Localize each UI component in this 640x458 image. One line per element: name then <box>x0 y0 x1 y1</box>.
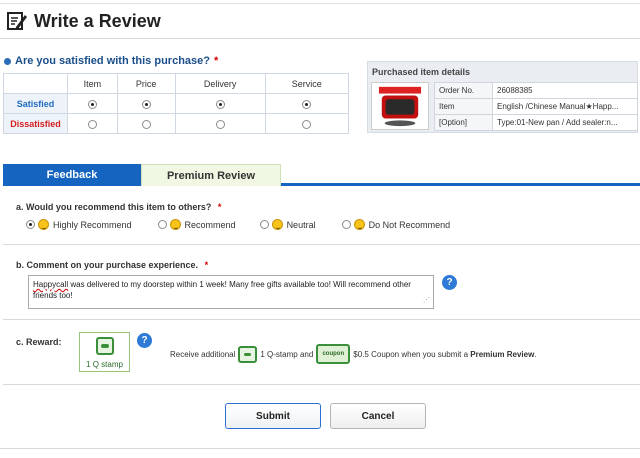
option-label: Do Not Recommend <box>368 219 451 230</box>
recommend-section: a. Would you recommend this item to othe… <box>3 189 640 245</box>
option-neutral[interactable]: Neutral <box>259 219 316 230</box>
big-smile-icon <box>38 219 49 230</box>
recommend-question: a. Would you recommend this item to othe… <box>16 202 212 212</box>
column-header: Price <box>116 73 176 94</box>
detail-row: Item English /Chinese Manual★Happ... <box>434 98 638 115</box>
recommend-options: Highly Recommend Recommend Neutral Do No… <box>26 219 468 230</box>
detail-row: [Option] Type:01-New pan / Add sealer:n.… <box>434 114 638 131</box>
comment-text: was delivered to my doorstep within 1 we… <box>33 280 411 300</box>
product-thumbnail[interactable] <box>371 82 429 130</box>
satisfaction-table: Item Price Delivery Service Satisfied Di… <box>3 73 350 134</box>
recommend-label: a. Would you recommend this item to othe… <box>16 202 221 212</box>
reward-text-end: . <box>534 349 537 359</box>
smile-icon <box>169 219 181 230</box>
column-header: Service <box>264 73 350 94</box>
bullet-icon <box>4 57 11 65</box>
radio-price-dissatisfied[interactable] <box>141 119 151 129</box>
reward-label: c. Reward: <box>16 337 62 347</box>
q-stamp-icon <box>96 337 114 355</box>
radio-item-dissatisfied[interactable] <box>87 119 97 129</box>
radio-service-dissatisfied[interactable] <box>302 119 312 129</box>
detail-value: Type:01-New pan / Add sealer:n... <box>492 114 638 131</box>
comment-label: b. Comment on your purchase experience. … <box>16 260 208 270</box>
reward-text-premium: Premium Review <box>470 349 535 359</box>
radio-service-satisfied[interactable] <box>302 99 312 109</box>
top-border <box>0 0 640 4</box>
option-label: Highly Recommend <box>53 219 132 230</box>
purchased-item-details: Purchased item details Order No. 2608838… <box>367 61 638 133</box>
required-mark: * <box>217 202 222 212</box>
bottom-divider <box>0 448 640 449</box>
edit-icon <box>7 12 27 30</box>
reward-text-coupon: $0.5 Coupon when you submit a <box>353 349 469 359</box>
radio-price-satisfied[interactable] <box>141 99 151 109</box>
option-recommend[interactable]: Recommend <box>157 219 236 230</box>
radio-delivery-dissatisfied[interactable] <box>215 119 225 129</box>
satisfied-row: Satisfied <box>3 93 350 114</box>
reward-text-prefix: Receive additional <box>170 349 236 359</box>
purchased-item-table: Order No. 26088385 Item English /Chinese… <box>434 82 638 131</box>
radio-do-not-recommend[interactable] <box>341 220 351 229</box>
page-header: Write a Review <box>6 6 161 36</box>
title-divider <box>0 38 640 39</box>
radio-neutral[interactable] <box>259 220 269 229</box>
reward-description: Receive additional 1 Q-stamp and coupon … <box>170 344 537 364</box>
purchased-item-title: Purchased item details <box>372 67 471 77</box>
column-header: Item <box>67 73 118 94</box>
satisfaction-header-row: Item Price Delivery Service <box>3 73 350 94</box>
radio-highly-recommend[interactable] <box>26 220 35 229</box>
detail-key: Item <box>434 98 493 115</box>
row-label-dissatisfied: Dissatisfied <box>3 113 68 134</box>
option-label: Neutral <box>286 219 316 230</box>
detail-row: Order No. 26088385 <box>434 82 638 99</box>
submit-button[interactable]: Submit <box>225 403 321 429</box>
tab-feedback[interactable]: Feedback <box>3 164 141 186</box>
satisfaction-question: Are you satisfied with this purchase? * <box>4 55 218 67</box>
q-stamp-label: 1 Q stamp <box>86 360 123 369</box>
q-stamp-badge: 1 Q stamp <box>79 332 130 372</box>
option-label: Recommend <box>184 219 236 230</box>
option-highly-recommend[interactable]: Highly Recommend <box>26 219 132 230</box>
q-stamp-small-icon <box>238 345 258 363</box>
reward-text-stamp: 1 Q-stamp and <box>260 349 314 359</box>
radio-delivery-satisfied[interactable] <box>215 99 225 109</box>
required-mark: * <box>214 55 219 67</box>
page-title: Write a Review <box>34 10 161 31</box>
comment-question: b. Comment on your purchase experience. <box>16 260 199 270</box>
frown-icon <box>353 219 365 230</box>
review-tabs: Feedback Premium Review <box>3 164 640 186</box>
detail-key: [Option] <box>434 114 493 131</box>
neutral-face-icon <box>271 219 283 230</box>
detail-key: Order No. <box>434 82 493 99</box>
satisfaction-question-text: Are you satisfied with this purchase? <box>15 55 210 67</box>
tab-premium-review[interactable]: Premium Review <box>141 164 281 186</box>
dissatisfied-row: Dissatisfied <box>3 113 350 134</box>
column-header: Delivery <box>174 73 266 94</box>
detail-value: English /Chinese Manual★Happ... <box>492 98 638 115</box>
required-mark: * <box>204 260 209 270</box>
row-label-satisfied: Satisfied <box>3 93 68 114</box>
detail-value: 26088385 <box>492 82 638 99</box>
misspelled-word: Happycall <box>33 280 69 289</box>
corner-cell <box>3 73 68 94</box>
reward-help-icon[interactable]: ? <box>137 333 152 348</box>
radio-recommend[interactable] <box>157 220 167 229</box>
comment-textarea[interactable]: Happycall was delivered to my doorstep w… <box>28 275 434 309</box>
comment-help-icon[interactable]: ? <box>442 275 457 290</box>
option-do-not-recommend[interactable]: Do Not Recommend <box>341 219 451 230</box>
coupon-icon: coupon <box>316 344 351 364</box>
resize-handle-icon[interactable]: ⋰ <box>423 295 430 306</box>
radio-item-satisfied[interactable] <box>87 99 97 109</box>
cancel-button[interactable]: Cancel <box>330 403 426 429</box>
